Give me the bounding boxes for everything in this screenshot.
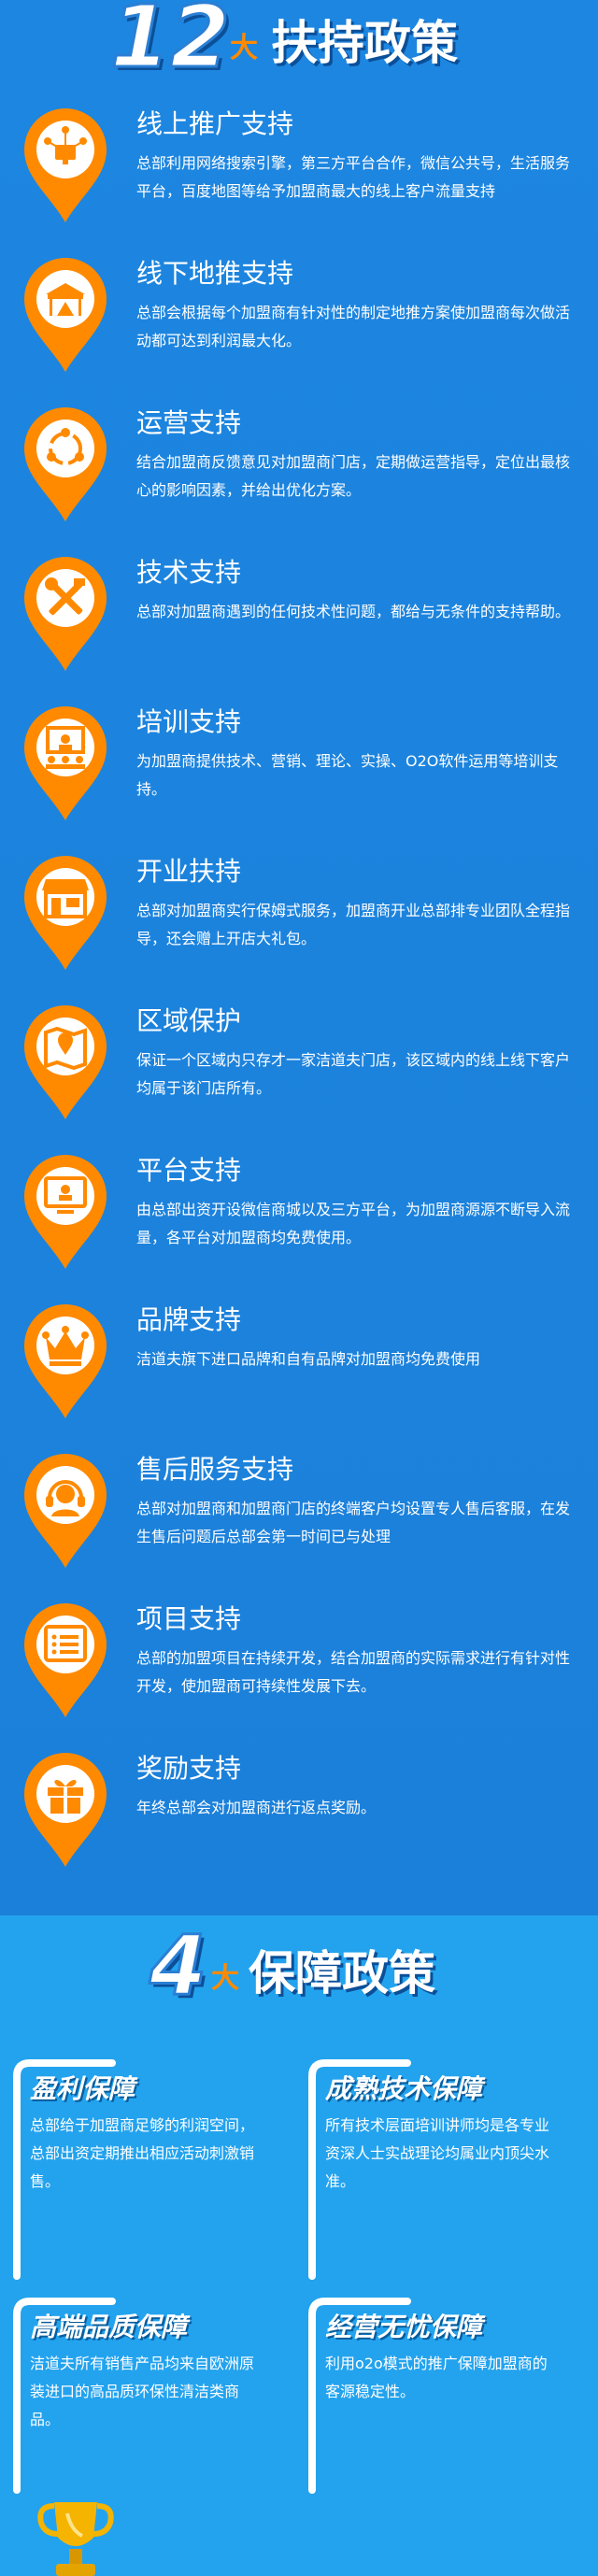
- policy-title: 区域保护: [136, 1005, 242, 1036]
- policy-item: 品牌支持 洁道夫旗下进口品牌和自有品牌对加盟商均免费使用: [0, 1302, 598, 1452]
- guarantee-policy-header: 4 大 保障政策: [0, 1916, 598, 2024]
- policy-description: 总部对加盟商实行保姆式服务，加盟商开业总部排专业团队全程指导，还会赠上开店大礼包…: [136, 902, 571, 947]
- policy-description: 总部利用网络搜索引擎，第三方平台合作，微信公共号，生活服务平台，百度地图等给予加…: [136, 154, 571, 200]
- policy-description: 结合加盟商反馈意见对加盟商门店，定期做运营指导，定位出最核心的影响因素，并给出优…: [136, 453, 571, 499]
- header-da: 大: [230, 32, 258, 64]
- trophy-icon: [37, 2502, 114, 2576]
- pin-marker: [22, 1003, 108, 1123]
- guarantee-title: 盈利保障: [30, 2073, 135, 2104]
- pin-marker: [22, 854, 108, 974]
- policy-description: 总部对加盟商和加盟商门店的终端客户均设置专人售后客服，在发生售后问题后总部会第一…: [136, 1500, 571, 1545]
- list-icon: [44, 1625, 87, 1662]
- monitor-icon: [44, 1176, 87, 1214]
- policy-title: 线上推广支持: [136, 108, 294, 139]
- pin-marker: [22, 107, 108, 226]
- policy-title: 售后服务支持: [136, 1454, 294, 1485]
- support-policy-header: 12 大 扶持政策: [0, 0, 598, 93]
- guarantee-description: 洁道夫所有销售产品均来自欧洲原装进口的高品质环保性清洁类商品。: [30, 2355, 255, 2428]
- guarantee-title: 成熟技术保障: [325, 2073, 483, 2104]
- tent-icon: [46, 283, 85, 316]
- guarantee-description: 总部给于加盟商足够的利润空间，总部出资定期推出相应活动刺激销售。: [30, 2116, 255, 2190]
- guarantee-card: 经营无忧保障 利用o2o模式的推广保障加盟商的客源稳定性。: [305, 2294, 585, 2518]
- pin-marker: [22, 1302, 108, 1422]
- policy-item: 技术支持 总部对加盟商遇到的任何技术性问题，都给与无条件的支持帮助。: [0, 555, 598, 704]
- policy-item: 奖励支持 年终总部会对加盟商进行返点奖励。: [0, 1751, 598, 1900]
- tools-icon: [45, 577, 85, 616]
- policy-item: 平台支持 由总部出资开设微信商城以及三方平台，为加盟商源源不断导入流量，各平台对…: [0, 1153, 598, 1302]
- policy-item: 售后服务支持 总部对加盟商和加盟商门店的终端客户均设置专人售后客服，在发生售后问…: [0, 1452, 598, 1601]
- store-icon: [42, 879, 89, 918]
- training-icon: [46, 726, 85, 769]
- header-title: 扶持政策: [271, 16, 458, 70]
- policy-item: 运营支持 结合加盟商反馈意见对加盟商门店，定期做运营指导，定位出最核心的影响因素…: [0, 406, 598, 555]
- header-title: 保障政策: [249, 1946, 435, 2000]
- policy-title: 开业扶持: [136, 856, 242, 887]
- pin-marker: [22, 1601, 108, 1721]
- policy-description: 总部的加盟项目在持续开发，结合加盟商的实际需求进行有针对性开发，使加盟商可持续性…: [136, 1649, 571, 1695]
- pin-marker: [22, 1153, 108, 1273]
- guarantee-card: 成熟技术保障 所有技术层面培训讲师均是各专业资深人士实战理论均属业内顶尖水准。: [305, 2056, 585, 2280]
- policy-description: 年终总部会对加盟商进行返点奖励。: [136, 1799, 377, 1816]
- guarantee-card: 盈利保障 总部给于加盟商足够的利润空间，总部出资定期推出相应活动刺激销售。: [9, 2056, 290, 2280]
- guarantee-description: 利用o2o模式的推广保障加盟商的客源稳定性。: [325, 2355, 548, 2400]
- pin-marker: [22, 406, 108, 525]
- policy-item: 开业扶持 总部对加盟商实行保姆式服务，加盟商开业总部排专业团队全程指导，还会赠上…: [0, 854, 598, 1003]
- guarantee-title: 经营无忧保障: [325, 2312, 483, 2342]
- policy-description: 保证一个区域内只存才一家洁道夫门店，该区域内的线上线下客户均属于该门店所有。: [136, 1051, 571, 1097]
- policy-description: 洁道夫旗下进口品牌和自有品牌对加盟商均免费使用: [136, 1350, 481, 1368]
- policy-description: 总部会根据每个加盟商有针对性的制定地推方案使加盟商每次做活动都可达到利润最大化。: [136, 304, 571, 349]
- pin-marker: [22, 555, 108, 675]
- guarantee-description: 所有技术层面培训讲师均是各专业资深人士实战理论均属业内顶尖水准。: [325, 2116, 550, 2190]
- policy-item: 线下地推支持 总部会根据每个加盟商有针对性的制定地推方案使加盟商每次做活动都可达…: [0, 256, 598, 406]
- guarantee-card: 高端品质保障 洁道夫所有销售产品均来自欧洲原装进口的高品质环保性清洁类商品。: [9, 2294, 290, 2518]
- cycle-icon: [47, 428, 84, 465]
- policy-description: 为加盟商提供技术、营销、理论、实操、O2O软件运用等培训支持。: [136, 752, 559, 798]
- headset-icon: [46, 1480, 85, 1516]
- policy-item: 培训支持 为加盟商提供技术、营销、理论、实操、O2O软件运用等培训支持。: [0, 704, 598, 854]
- policy-description: 由总部出资开设微信商城以及三方平台，为加盟商源源不断导入流量，各平台对加盟商均免…: [136, 1201, 571, 1246]
- policy-title: 平台支持: [136, 1155, 242, 1186]
- policy-title: 线下地推支持: [136, 258, 294, 289]
- header-number: 4: [148, 1916, 207, 2015]
- policy-title: 运营支持: [136, 407, 242, 438]
- policy-title: 奖励支持: [136, 1753, 242, 1784]
- pin-marker: [22, 1751, 108, 1871]
- crown-icon: [42, 1326, 89, 1366]
- map-pin-icon: [44, 1026, 87, 1071]
- policy-title: 项目支持: [136, 1603, 242, 1634]
- header-da: 大: [211, 1962, 239, 1995]
- policy-description: 总部对加盟商遇到的任何技术性问题，都给与无条件的支持帮助。: [136, 603, 571, 620]
- gift-icon: [48, 1779, 83, 1814]
- network-icon: [44, 126, 87, 164]
- policy-title: 品牌支持: [136, 1304, 242, 1335]
- policy-item: 线上推广支持 总部利用网络搜索引擎，第三方平台合作，微信公共号，生活服务平台，百…: [0, 107, 598, 256]
- policy-item: 项目支持 总部的加盟项目在持续开发，结合加盟商的实际需求进行有针对性开发，使加盟…: [0, 1601, 598, 1751]
- header-number: 12: [108, 0, 231, 89]
- guarantee-title: 高端品质保障: [30, 2312, 188, 2342]
- pin-marker: [22, 704, 108, 824]
- policy-item: 区域保护 保证一个区域内只存才一家洁道夫门店，该区域内的线上线下客户均属于该门店…: [0, 1003, 598, 1153]
- pin-marker: [22, 256, 108, 376]
- policy-title: 培训支持: [136, 706, 242, 737]
- policy-title: 技术支持: [136, 557, 242, 588]
- pin-marker: [22, 1452, 108, 1572]
